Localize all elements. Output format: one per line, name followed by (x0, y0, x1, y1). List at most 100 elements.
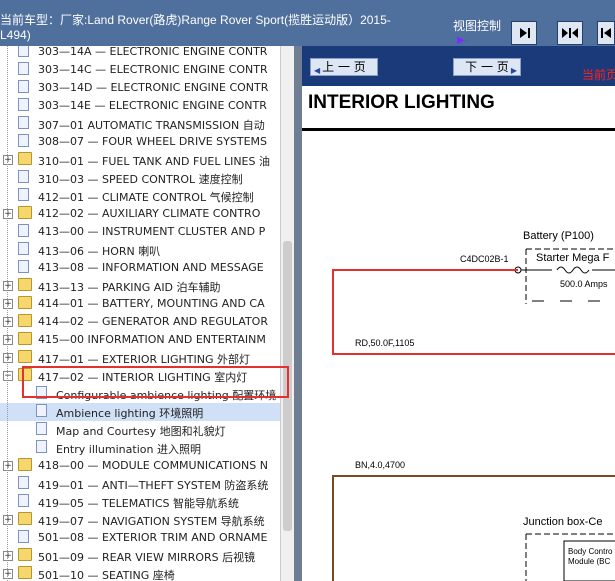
tree-item-label: 501—08 — EXTERIOR TRIM AND ORNAME (38, 531, 268, 544)
vehicle-title-line1: 当前车型：厂家:Land Rover(路虎)Range Rover Sport(… (0, 13, 391, 27)
tree-item[interactable]: 413—08 — INFORMATION AND MESSAGE (0, 259, 280, 277)
expand-icon[interactable]: + (3, 299, 13, 309)
folder-icon (18, 152, 32, 165)
pane-splitter[interactable] (294, 46, 302, 581)
collapse-left-button[interactable] (511, 21, 537, 45)
tree-item-label: Map and Courtesy 地图和礼貌灯 (56, 425, 226, 438)
tree-item-label: 412—01 — CLIMATE CONTROL 气候控制 (38, 191, 254, 204)
folder-icon (18, 458, 32, 471)
tree-item[interactable]: 413—06 — HORN 喇叭 (0, 241, 280, 259)
tree-item[interactable]: 419—01 — ANTI—THEFT SYSTEM 防盗系统 (0, 475, 280, 493)
document-icon (18, 80, 29, 93)
expand-icon[interactable]: + (3, 281, 13, 291)
starter-label: Starter Mega F (536, 252, 610, 264)
tree-item-label: 419—05 — TELEMATICS 智能导航系统 (38, 497, 240, 510)
folder-icon (18, 278, 32, 291)
tree-item-label: 310—01 — FUEL TANK AND FUEL LINES 油 (38, 155, 270, 168)
highlight-box (22, 366, 289, 398)
tree-item[interactable]: +501—09 — REAR VIEW MIRRORS 后视镜 (0, 547, 280, 565)
tree-item[interactable]: 501—08 — EXTERIOR TRIM AND ORNAME (0, 529, 280, 547)
tree-item[interactable]: +413—13 — PARKING AID 泊车辅助 (0, 277, 280, 295)
expand-icon[interactable]: + (3, 155, 13, 165)
wire-label-rd: RD,50.0F,1105 (355, 338, 414, 348)
tree-item[interactable]: +412—02 — AUXILIARY CLIMATE CONTRO (0, 205, 280, 223)
tree-item-label: 303—14D — ELECTRONIC ENGINE CONTR (38, 81, 269, 94)
folder-icon (18, 332, 32, 345)
folder-icon (18, 512, 32, 525)
tree-item[interactable]: +414—02 — GENERATOR AND REGULATOR (0, 313, 280, 331)
expand-icon[interactable]: + (3, 317, 13, 327)
tree-item-label: 308—07 — FOUR WHEEL DRIVE SYSTEMS (38, 135, 267, 148)
expand-icon[interactable]: + (3, 515, 13, 525)
tree-item[interactable]: +418—00 — MODULE COMMUNICATIONS N (0, 457, 280, 475)
expand-icon[interactable]: + (3, 569, 13, 579)
expand-icon[interactable]: + (3, 209, 13, 219)
document-icon (18, 134, 29, 147)
arrow-left-bar-icon (601, 28, 611, 38)
folder-icon (18, 566, 32, 579)
tree-guide-line (7, 46, 8, 581)
tree-item[interactable]: 307—01 AUTOMATIC TRANSMISSION 自动 (0, 115, 280, 133)
document-icon (18, 476, 29, 489)
tree-item[interactable]: 419—05 — TELEMATICS 智能导航系统 (0, 493, 280, 511)
tree-scrollbar[interactable] (280, 46, 294, 581)
folder-icon (18, 314, 32, 327)
tree-item[interactable]: 412—01 — CLIMATE CONTROL 气候控制 (0, 187, 280, 205)
bcm-label-2: Module (BC (568, 557, 610, 566)
tree-child-item[interactable]: Ambience lighting 环境照明 (0, 403, 280, 421)
split-view-button[interactable] (557, 21, 583, 45)
tree-item[interactable]: 303—14E — ELECTRONIC ENGINE CONTR (0, 97, 280, 115)
document-icon (18, 46, 29, 57)
tree-item[interactable]: 308—07 — FOUR WHEEL DRIVE SYSTEMS (0, 133, 280, 151)
expand-icon[interactable]: + (3, 353, 13, 363)
tree-item-label: Ambience lighting 环境照明 (56, 407, 204, 420)
tree-item-label: 413—06 — HORN 喇叭 (38, 245, 161, 258)
tree-item-label: 419—01 — ANTI—THEFT SYSTEM 防盗系统 (38, 479, 269, 492)
tree-item-label: 501—10 — SEATING 座椅 (38, 569, 175, 581)
fuse-rating: 500.0 Amps (560, 279, 608, 289)
document-icon (18, 494, 29, 507)
fuse-icon (556, 266, 590, 274)
tree-item[interactable]: 303—14C — ELECTRONIC ENGINE CONTR (0, 61, 280, 79)
tree-item-label: Entry illumination 进入照明 (56, 443, 201, 456)
tree-item[interactable]: +419—07 — NAVIGATION SYSTEM 导航系统 (0, 511, 280, 529)
tree-item[interactable]: +414—01 — BATTERY, MOUNTING AND CA (0, 295, 280, 313)
tree-item[interactable]: 303—14A — ELECTRONIC ENGINE CONTR (0, 46, 280, 61)
expand-icon[interactable]: + (3, 335, 13, 345)
document-icon (18, 170, 29, 183)
tree-item-label: 413—08 — INFORMATION AND MESSAGE (38, 261, 264, 274)
tree-item[interactable]: +501—10 — SEATING 座椅 (0, 565, 280, 581)
battery-label: Battery (P100) (523, 230, 594, 242)
document-icon (36, 404, 47, 417)
folder-icon (18, 206, 32, 219)
tree-child-item[interactable]: Map and Courtesy 地图和礼貌灯 (0, 421, 280, 439)
folder-icon (18, 296, 32, 309)
tree-item-label: 414—02 — GENERATOR AND REGULATOR (38, 315, 268, 328)
chapter-tree: 303—14A — ELECTRONIC ENGINE CONTR 303—14C… (0, 46, 280, 581)
tree-item[interactable]: 413—00 — INSTRUMENT CLUSTER AND P (0, 223, 280, 241)
tree-child-item[interactable]: Entry illumination 进入照明 (0, 439, 280, 457)
tree-item-label: 303—14C — ELECTRONIC ENGINE CONTR (38, 63, 268, 76)
connector-label: C4DC02B-1 (460, 254, 509, 264)
document-icon (18, 62, 29, 75)
flag-icon: ▶︎· (457, 35, 469, 46)
tree-item[interactable]: +415—00 INFORMATION AND ENTERTAINM (0, 331, 280, 349)
document-pane: ◀ 上 一 页 下 一 页 ▶ 当前页 INTERIOR LIGHTING Batt… (302, 46, 615, 581)
tree-item-label: 415—00 INFORMATION AND ENTERTAINM (38, 333, 266, 346)
expand-icon[interactable]: + (3, 461, 13, 471)
tree-item[interactable]: +310—01 — FUEL TANK AND FUEL LINES 油 (0, 151, 280, 169)
collapse-icon[interactable]: − (3, 371, 13, 381)
tree-item-label: 501—09 — REAR VIEW MIRRORS 后视镜 (38, 551, 256, 564)
document-icon (18, 260, 29, 273)
expand-icon[interactable]: + (3, 551, 13, 561)
expand-right-button[interactable] (597, 21, 615, 45)
tree-item[interactable]: 310—03 — SPEED CONTROL 速度控制 (0, 169, 280, 187)
junction-label: Junction box-Ce (523, 516, 603, 528)
folder-icon (18, 350, 32, 363)
document-icon (18, 188, 29, 201)
tree-item[interactable]: 303—14D — ELECTRONIC ENGINE CONTR (0, 79, 280, 97)
tree-item-label: 414—01 — BATTERY, MOUNTING AND CA (38, 297, 265, 310)
document-icon (36, 440, 47, 453)
tree-item-label: 413—00 — INSTRUMENT CLUSTER AND P (38, 225, 266, 238)
tree-item[interactable]: +417—01 — EXTERIOR LIGHTING 外部灯 (0, 349, 280, 367)
